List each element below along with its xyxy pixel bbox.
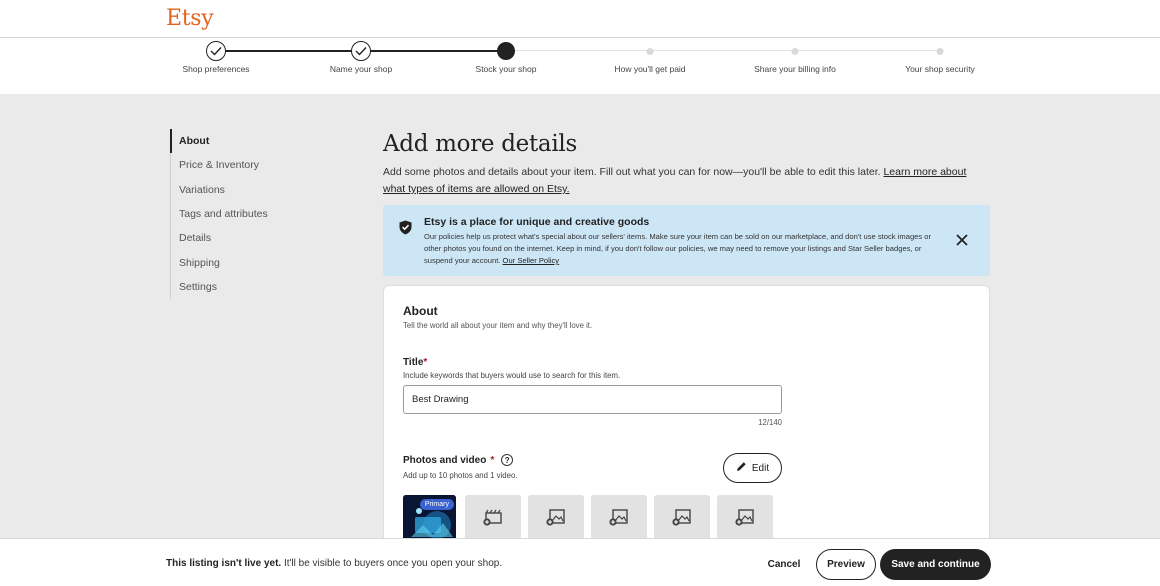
footer-bar: This listing isn't live yet. It'll be vi… xyxy=(0,538,1160,586)
preview-button[interactable]: Preview xyxy=(816,549,876,580)
banner-text: Our policies help us protect what's spec… xyxy=(424,231,944,267)
sidebar-item-variations[interactable]: Variations xyxy=(171,178,320,202)
banner-body: Our policies help us protect what's spec… xyxy=(424,232,932,265)
step-label-name-your-shop: Name your shop xyxy=(329,64,393,74)
section-nav: About Price & Inventory Variations Tags … xyxy=(169,129,321,300)
edit-photos-button[interactable]: Edit xyxy=(723,453,782,483)
step-label-get-paid: How you'll get paid xyxy=(614,64,686,74)
photos-help: Add up to 10 photos and 1 video. xyxy=(403,471,518,480)
title-label-text: Title xyxy=(403,357,424,368)
step-4-dot xyxy=(646,47,654,55)
add-video-slot[interactable] xyxy=(465,495,521,543)
edit-label: Edit xyxy=(751,462,770,474)
seller-policy-link[interactable]: Our Seller Policy xyxy=(503,256,560,265)
add-photo-slot[interactable] xyxy=(528,495,584,543)
close-icon[interactable] xyxy=(953,231,971,249)
add-photo-slot[interactable] xyxy=(591,495,647,543)
top-header: Etsy Shop preferences Name your shop Sto… xyxy=(0,0,1160,94)
step-3-current-dot xyxy=(497,42,515,60)
listing-status-rest: It'll be visible to buyers once you open… xyxy=(281,558,503,569)
photos-label: Photos and video * ? xyxy=(403,454,514,466)
policy-banner: Etsy is a place for unique and creative … xyxy=(383,205,990,276)
title-label: Title* xyxy=(403,357,427,368)
step-line-remaining xyxy=(506,50,940,51)
primary-badge: Primary xyxy=(419,499,454,510)
shield-check-icon xyxy=(399,220,412,240)
help-icon[interactable]: ? xyxy=(501,454,514,466)
listing-status-bold: This listing isn't live yet. xyxy=(166,558,282,569)
step-6-dot xyxy=(936,47,944,55)
about-subheading: Tell the world all about your item and w… xyxy=(403,321,593,330)
title-help: Include keywords that buyers would use t… xyxy=(403,371,621,380)
page-description-text: Add some photos and details about your i… xyxy=(383,166,881,178)
step-5-dot xyxy=(791,47,799,55)
sidebar-item-details[interactable]: Details xyxy=(171,226,320,250)
step-label-shop-security: Your shop security xyxy=(905,64,975,74)
title-input[interactable] xyxy=(403,385,782,414)
step-label-billing-info: Share your billing info xyxy=(754,64,836,74)
progress-stepper: Shop preferences Name your shop Stock yo… xyxy=(0,38,1160,94)
add-video-icon xyxy=(483,508,503,531)
sidebar-item-tags-attributes[interactable]: Tags and attributes xyxy=(171,202,320,226)
etsy-logo[interactable]: Etsy xyxy=(166,6,214,31)
page-title: Add more details xyxy=(383,131,577,157)
listing-status-text: This listing isn't live yet. It'll be vi… xyxy=(166,558,502,569)
required-mark: * xyxy=(423,357,428,368)
required-mark: * xyxy=(490,454,495,466)
step-label-stock-your-shop: Stock your shop xyxy=(475,64,537,74)
step-label-shop-preferences: Shop preferences xyxy=(182,64,250,74)
add-photo-icon xyxy=(609,508,629,531)
add-photo-icon xyxy=(735,508,755,531)
save-and-continue-button[interactable]: Save and continue xyxy=(880,549,991,580)
about-heading: About xyxy=(403,304,438,318)
add-photo-icon xyxy=(672,508,692,531)
add-photo-icon xyxy=(546,508,566,531)
primary-photo-thumb[interactable]: Primary xyxy=(403,495,456,543)
page-description: Add some photos and details about your i… xyxy=(383,164,983,198)
sidebar-item-price-inventory[interactable]: Price & Inventory xyxy=(171,153,320,177)
pencil-icon xyxy=(736,461,747,475)
sidebar-item-about[interactable]: About xyxy=(169,129,321,154)
title-char-count: 12/140 xyxy=(758,418,782,427)
sidebar-item-shipping[interactable]: Shipping xyxy=(171,250,320,274)
sidebar-item-settings[interactable]: Settings xyxy=(171,275,320,299)
add-photo-slot[interactable] xyxy=(654,495,710,543)
cancel-button[interactable]: Cancel xyxy=(760,551,808,577)
add-photo-slot[interactable] xyxy=(717,495,773,543)
step-2-check-icon xyxy=(351,41,371,61)
step-1-check-icon xyxy=(206,41,226,61)
photos-label-text: Photos and video xyxy=(403,454,487,466)
banner-title: Etsy is a place for unique and creative … xyxy=(424,216,650,228)
